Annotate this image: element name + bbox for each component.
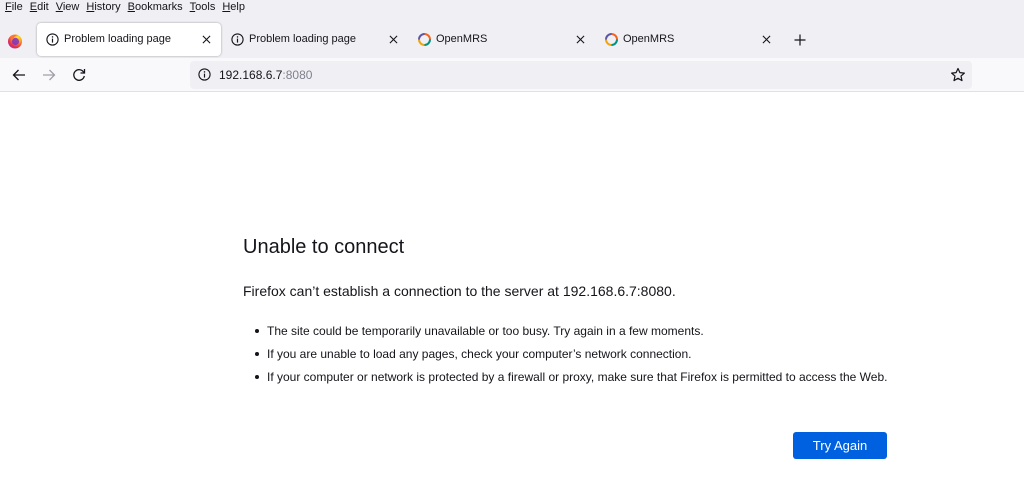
bookmark-star-icon[interactable] (950, 67, 966, 83)
info-icon (46, 33, 59, 46)
close-tab-icon[interactable] (759, 32, 773, 46)
new-tab-plus-icon[interactable] (791, 31, 809, 49)
url-host: 192.168.6.7 (219, 68, 283, 82)
url-bar[interactable]: 192.168.6.7:8080 (190, 61, 972, 89)
menu-edit[interactable]: Edit (27, 0, 52, 14)
back-arrow-icon[interactable] (10, 66, 28, 84)
list-item: If your computer or network is protected… (253, 369, 893, 385)
bullet (255, 352, 259, 356)
error-page: Unable to connect Firefox can’t establis… (0, 92, 1024, 479)
close-tab-icon[interactable] (199, 32, 213, 46)
firefox-logo-icon[interactable] (7, 33, 23, 49)
tab-label: OpenMRS (436, 33, 488, 45)
url-text[interactable]: 192.168.6.7:8080 (219, 68, 312, 82)
menu-history[interactable]: History (83, 0, 123, 14)
url-port: :8080 (282, 68, 313, 82)
menu-help[interactable]: Help (219, 0, 248, 14)
tab-strip: Problem loading page Problem loading pag… (0, 14, 1024, 58)
reload-icon[interactable] (70, 66, 88, 84)
error-suggestions-list: The site could be temporarily unavailabl… (253, 323, 893, 392)
try-again-button[interactable]: Try Again (793, 432, 887, 459)
close-tab-icon[interactable] (386, 32, 400, 46)
list-item-text: If your computer or network is protected… (267, 370, 888, 384)
info-icon (231, 33, 244, 46)
bullet (255, 329, 259, 333)
tab-problem-loading-2[interactable]: Problem loading page (222, 23, 408, 56)
tab-openmrs-2[interactable]: OpenMRS (596, 23, 781, 56)
forward-arrow-icon[interactable] (40, 66, 58, 84)
close-tab-icon[interactable] (573, 32, 587, 46)
menu-bar: File Edit View History Bookmarks Tools H… (0, 0, 1024, 14)
menu-view[interactable]: View (53, 0, 83, 14)
list-item-text: If you are unable to load any pages, che… (267, 347, 692, 361)
openmrs-logo-icon (418, 33, 431, 46)
navigation-toolbar: 192.168.6.7:8080 (0, 58, 1024, 92)
site-info-icon[interactable] (198, 68, 211, 81)
list-item: If you are unable to load any pages, che… (253, 346, 893, 362)
tab-label: OpenMRS (623, 33, 675, 45)
tab-label: Problem loading page (64, 33, 172, 45)
openmrs-logo-icon (605, 33, 618, 46)
tab-label: Problem loading page (249, 33, 357, 45)
tab-openmrs-1[interactable]: OpenMRS (409, 23, 595, 56)
tab-problem-loading-1[interactable]: Problem loading page (37, 23, 221, 56)
menu-bookmarks[interactable]: Bookmarks (125, 0, 186, 14)
menu-tools[interactable]: Tools (187, 0, 219, 14)
bullet (255, 375, 259, 379)
menu-file[interactable]: File (0, 0, 26, 14)
error-title: Unable to connect (243, 236, 405, 258)
error-description: Firefox can’t establish a connection to … (243, 283, 676, 299)
list-item-text: The site could be temporarily unavailabl… (267, 324, 704, 338)
list-item: The site could be temporarily unavailabl… (253, 323, 893, 339)
